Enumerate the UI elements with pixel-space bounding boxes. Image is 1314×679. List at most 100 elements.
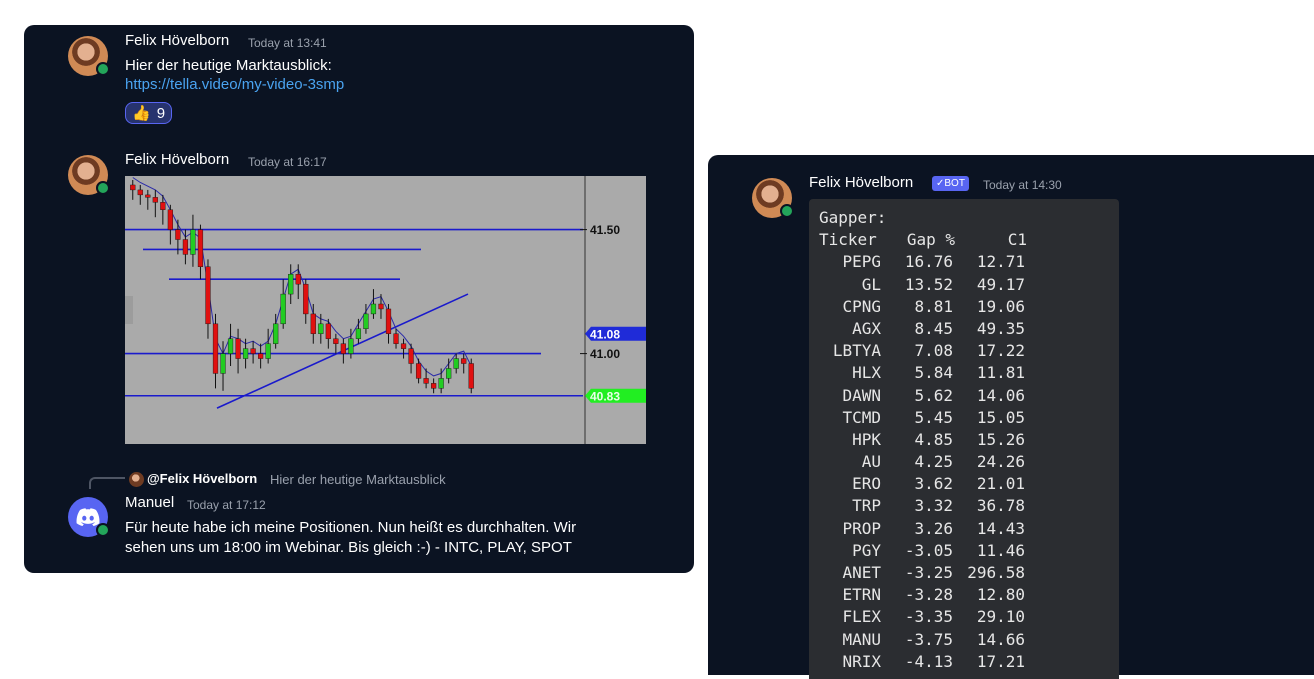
ticker-cell: TCMD — [842, 407, 881, 427]
avatar[interactable] — [68, 497, 110, 537]
thumbs-up-icon: 👍 — [132, 105, 151, 122]
gap-cell: 3.32 — [914, 496, 953, 516]
header-gap: Gap % — [906, 230, 955, 250]
c1-cell: 12.80 — [976, 585, 1025, 605]
online-status-icon — [96, 181, 110, 195]
c1-cell: 14.43 — [976, 518, 1025, 538]
candle-body — [160, 202, 166, 210]
candle-body — [280, 293, 286, 325]
chart-shade — [125, 296, 133, 324]
candle-body — [355, 328, 362, 339]
gap-cell: 7.08 — [914, 341, 953, 361]
candle-body — [152, 197, 158, 203]
author-name[interactable]: Felix Hövelborn — [125, 151, 229, 168]
discord-logo-icon — [76, 508, 100, 526]
candle-body — [461, 358, 467, 364]
ticker-cell: ETRN — [842, 585, 881, 605]
message-text-line: Für heute habe ich meine Positionen. Nun… — [125, 519, 577, 536]
reply-author[interactable]: @Felix Hövelborn — [147, 471, 257, 486]
reaction-button[interactable]: 👍 9 — [125, 102, 173, 124]
author-name[interactable]: Felix Hövelborn — [809, 174, 913, 191]
candle-body — [310, 313, 316, 334]
candle-body — [378, 303, 384, 310]
gap-cell: 8.45 — [914, 318, 953, 338]
candle-body — [220, 353, 226, 374]
reply-preview-text[interactable]: Hier der heutige Marktausblick — [270, 472, 446, 487]
avatar[interactable] — [752, 178, 794, 218]
candle-body — [333, 338, 339, 344]
gap-cell: 5.45 — [914, 407, 953, 427]
bot-badge: ✓BOT — [932, 176, 969, 191]
online-status-icon — [96, 62, 110, 76]
candle-body — [295, 274, 301, 285]
ticker-cell: HPK — [852, 429, 881, 449]
candle-body — [393, 333, 399, 344]
code-row: GL 13.52 49.17 — [809, 274, 1119, 296]
ticker-cell: FLEX — [842, 607, 881, 627]
code-row: ERO 3.62 21.01 — [809, 473, 1119, 495]
gap-cell: 4.85 — [914, 429, 953, 449]
chat-panel-right: Felix Hövelborn ✓BOT Today at 14:30 Gapp… — [708, 155, 1314, 679]
reply-avatar — [129, 472, 144, 487]
avatar[interactable] — [68, 155, 110, 195]
code-row: PROP 3.26 14.43 — [809, 518, 1119, 540]
candle-body — [235, 338, 241, 359]
candle-body — [468, 363, 474, 389]
candle-body — [303, 283, 309, 315]
ticker-cell: PGY — [852, 540, 881, 560]
c1-cell: 19.06 — [976, 296, 1025, 316]
gap-cell: 5.84 — [914, 363, 953, 383]
moving-average-line — [132, 177, 472, 377]
code-row: LBTYA 7.08 17.22 — [809, 340, 1119, 362]
author-name[interactable]: Felix Hövelborn — [125, 32, 229, 49]
c1-cell: 49.17 — [976, 274, 1025, 294]
code-row: PGY -3.05 11.46 — [809, 540, 1119, 562]
candle-body — [273, 323, 279, 344]
candle-body — [385, 308, 392, 334]
c1-cell: 11.81 — [976, 363, 1025, 383]
chart-image-attachment[interactable]: 41.50 41.08 41.00 40.83 — [125, 176, 646, 444]
candle-body — [363, 313, 369, 329]
chat-panel-left: Felix Hövelborn Today at 13:41 Hier der … — [24, 25, 694, 573]
candle-body — [205, 266, 211, 325]
message-timestamp: Today at 14:30 — [983, 178, 1062, 192]
code-row: AGX 8.45 49.35 — [809, 318, 1119, 340]
ticker-cell: AU — [861, 452, 881, 472]
price-label: 41.50 — [590, 223, 620, 237]
gap-cell: -3.25 — [904, 563, 953, 582]
gap-cell: -3.28 — [904, 585, 953, 605]
c1-cell: 296.58 — [967, 563, 1025, 582]
message-timestamp: Today at 13:41 — [248, 36, 327, 50]
c1-cell: 14.66 — [976, 629, 1025, 649]
price-label: 41.08 — [590, 327, 620, 341]
code-row: HLX 5.84 11.81 — [809, 362, 1119, 384]
ticker-cell: HLX — [852, 363, 881, 383]
c1-cell: 15.26 — [976, 429, 1025, 449]
c1-cell: 12.71 — [976, 252, 1025, 272]
candle-body — [370, 303, 377, 315]
author-name[interactable]: Manuel — [125, 494, 174, 511]
code-rows: PEPG 16.76 12.71 GL 13.52 49.17 CPNG 8.81 19.06 A… — [809, 251, 1119, 673]
c1-cell: 17.22 — [976, 341, 1025, 361]
candle-body — [258, 353, 264, 359]
ticker-cell: DAWN — [842, 385, 881, 405]
header-c1: C1 — [1007, 230, 1027, 250]
code-row: TCMD 5.45 15.05 — [809, 407, 1119, 429]
candle-body — [318, 323, 324, 334]
code-title: Gapper: — [819, 208, 887, 227]
candle-body — [212, 323, 219, 374]
candle-body — [130, 184, 136, 191]
candle-body — [415, 363, 422, 379]
gap-cell: 8.81 — [914, 296, 953, 316]
code-row: AU 4.25 24.26 — [809, 451, 1119, 473]
gap-cell: 3.62 — [914, 474, 953, 494]
candle-body — [438, 378, 444, 389]
message-link[interactable]: https://tella.video/my-video-3smp — [125, 76, 344, 93]
avatar[interactable] — [68, 36, 110, 76]
price-label: 40.83 — [590, 389, 620, 403]
code-row: DAWN 5.62 14.06 — [809, 385, 1119, 407]
ticker-cell: TRP — [852, 496, 881, 516]
code-row: TRP 3.32 36.78 — [809, 495, 1119, 517]
gap-cell: 5.62 — [914, 385, 953, 405]
code-row: HPK 4.85 15.26 — [809, 429, 1119, 451]
